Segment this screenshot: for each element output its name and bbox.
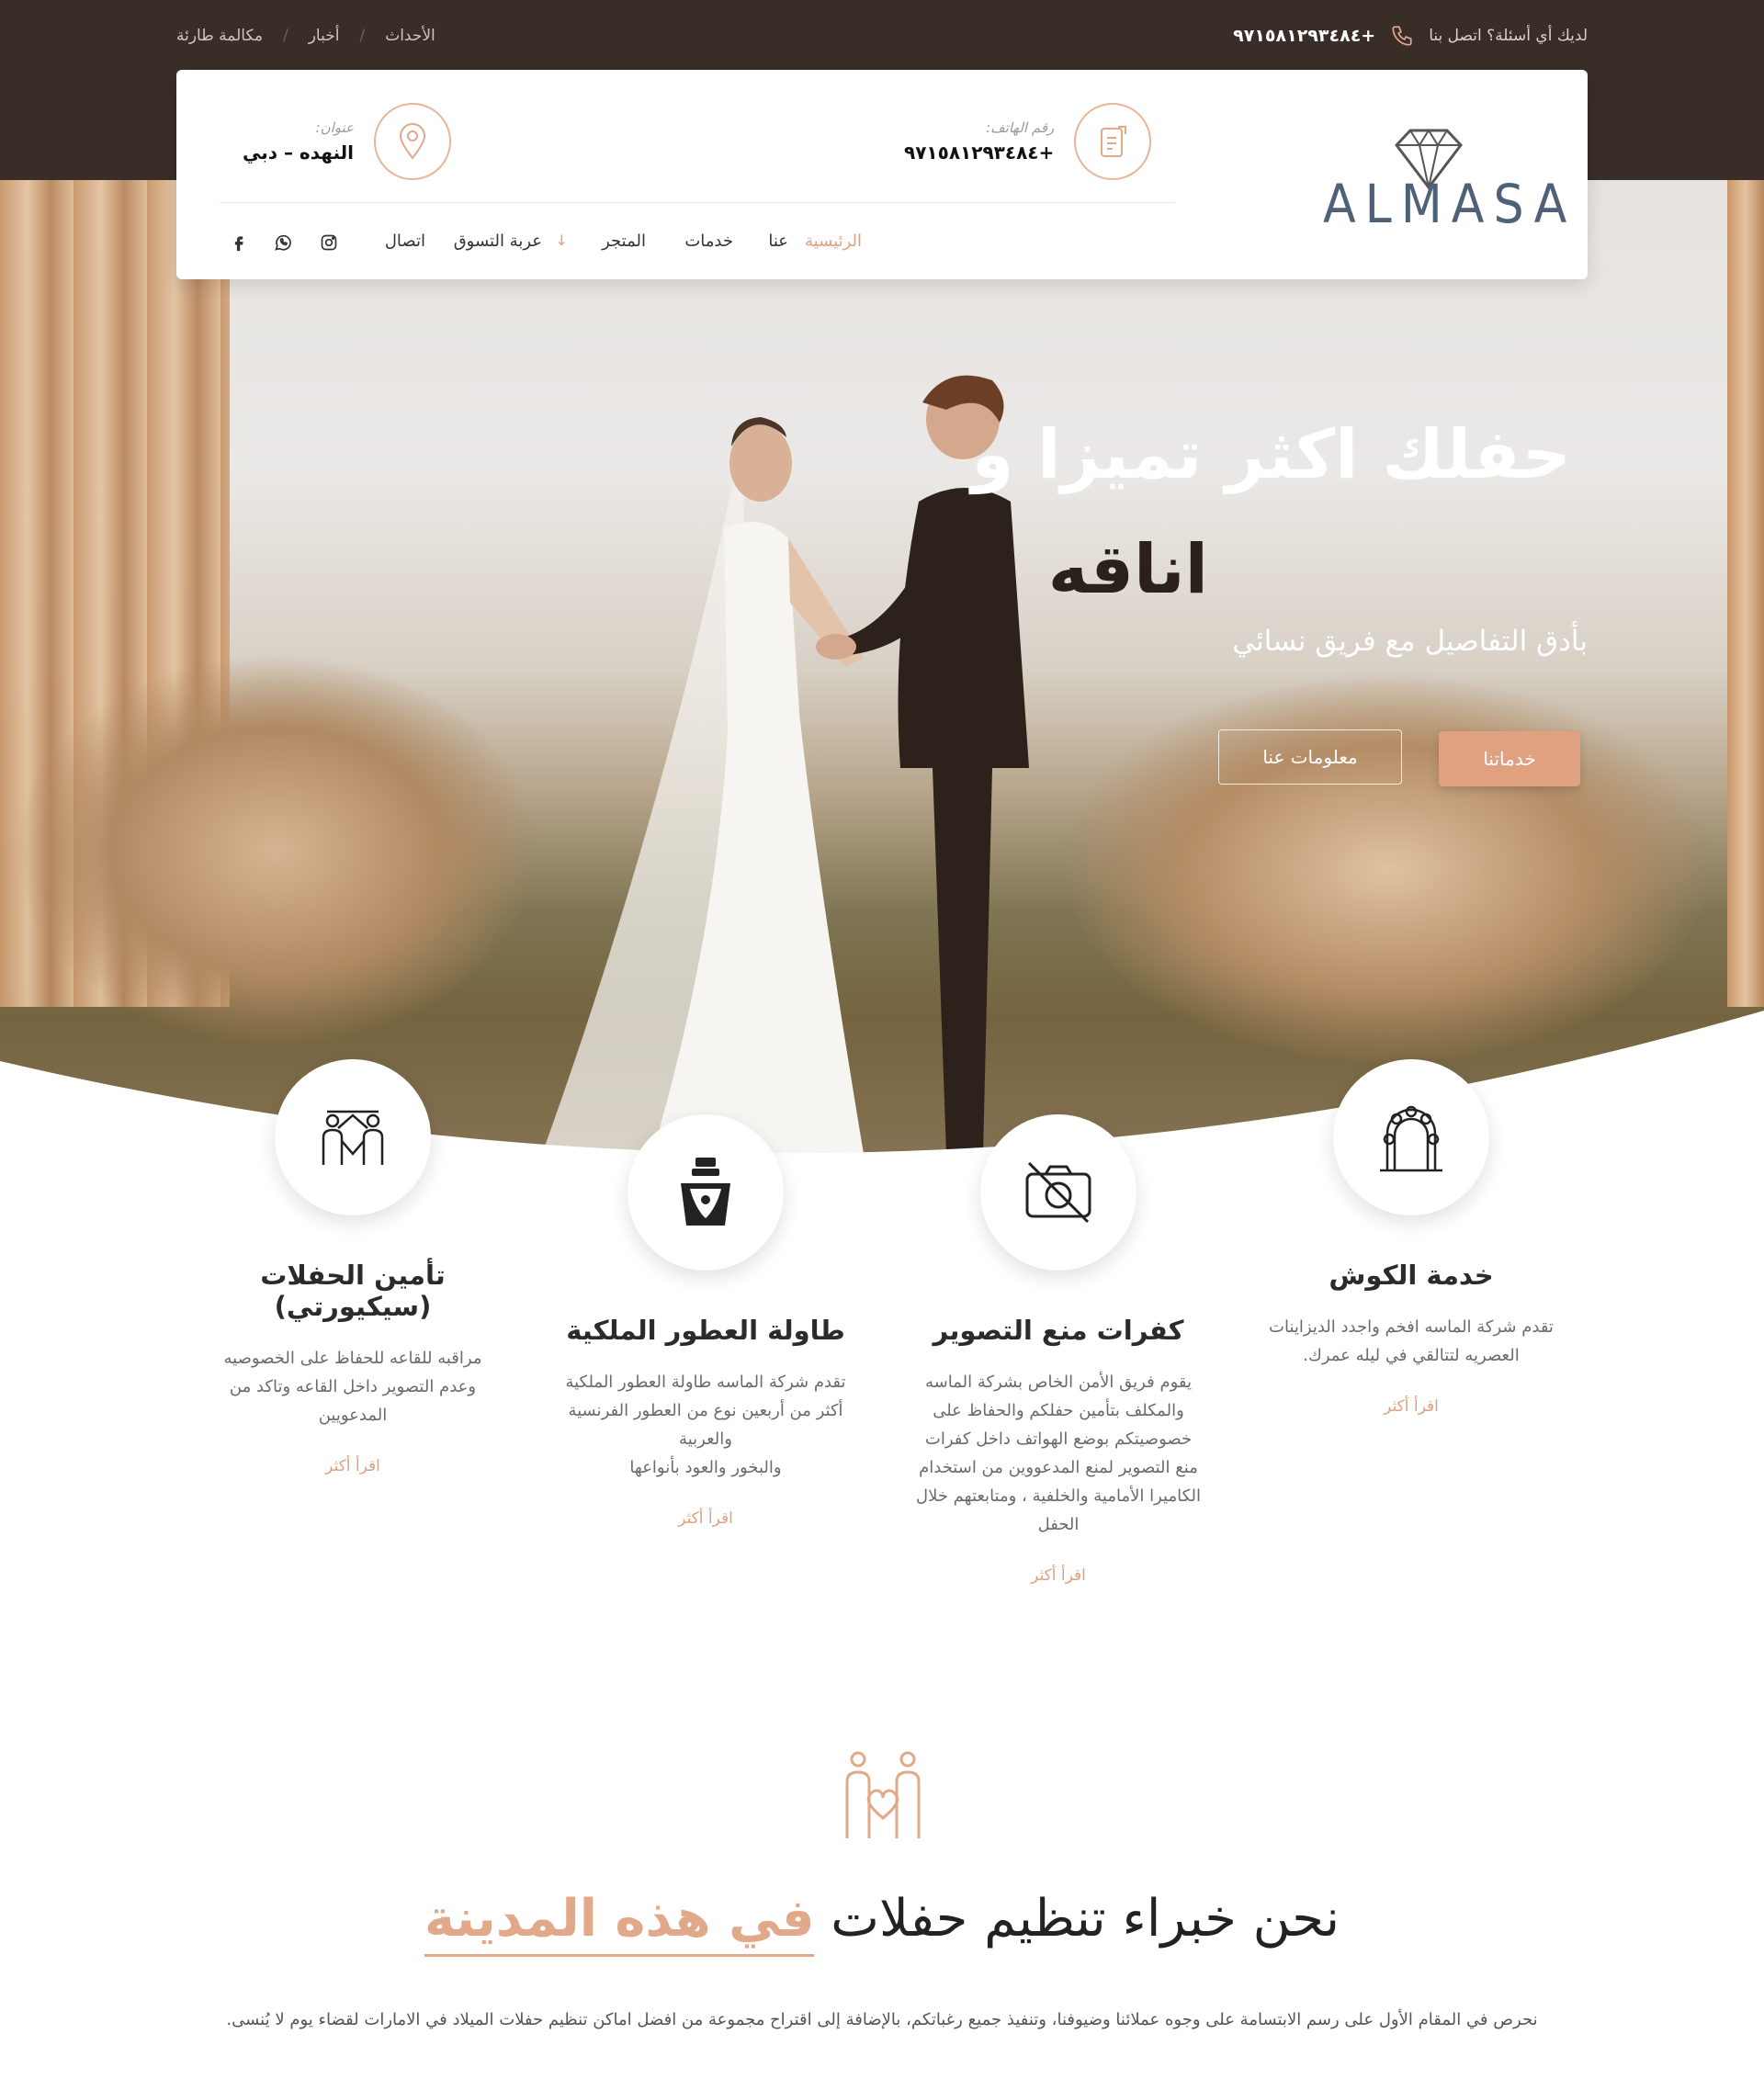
about-us-button[interactable]: معلومات عنا [1218,729,1402,785]
hero-title-line1: حفلك اكثر تميزا و [971,415,1571,494]
nav-home[interactable]: الرئيسية [805,232,862,251]
header-card: ALMASA رقم الهاتف: +٩٧١٥٨١٢٩٣٤٨٤ عنوان: … [176,70,1588,279]
about-heading: نحن خبراء تنظيم حفلات في هذه المدينة [0,1889,1764,1957]
contact-label: لديك أي أسئلة؟ اتصل بنا [1429,27,1588,45]
instagram-icon[interactable] [320,233,338,252]
header-address-value: النهده – دبي [243,141,355,164]
whatsapp-icon[interactable] [274,233,292,252]
service-title: تأمين الحفلات (سيكيورتي) [260,1260,446,1322]
our-services-button[interactable]: خدماتنا [1439,731,1580,786]
service-text: مراقبه للقاعه للحفاظ على الخصوصيه وعدم ا… [223,1349,482,1425]
chevron-down-icon[interactable]: ↓ [556,232,568,249]
nav-shop[interactable]: المتجر [602,232,646,251]
nav-cart[interactable]: عربة التسوق [454,232,542,251]
phone-card-icon [1074,103,1152,180]
read-more-link[interactable]: اقرأ أكثر [178,1457,527,1475]
nav-services[interactable]: خدمات [684,232,733,251]
top-contact: لديك أي أسئلة؟ اتصل بنا +٩٧١٥٨١٢٩٣٤٨٤ [1233,22,1588,50]
phone-label: رقم الهاتف: [986,119,1055,136]
address-label: عنوان: [315,119,355,136]
service-text: تقدم شركة الماسه طاولة العطور الملكية أك… [565,1373,846,1477]
no-camera-icon [980,1114,1136,1271]
hero-subtitle: بأدق التفاصيل مع فريق نسائي [1232,625,1588,658]
service-card-no-photo: كفرات منع التصوير يقوم فريق الأمن الخاص … [884,1114,1233,1585]
header-phone-block: رقم الهاتف: +٩٧١٥٨١٢٩٣٤٨٤ [904,103,1152,180]
service-title: طاولة العطور الملكية [566,1315,845,1346]
phone-icon [1392,26,1412,46]
about-text: نحرص في المقام الأول على رسم الابتسامة ع… [226,2010,1538,2029]
hero-curtain-right [1727,180,1764,1007]
header-divider [220,202,1175,203]
divider: / [282,27,288,45]
read-more-link[interactable]: اقرأ أكثر [1237,1397,1586,1416]
top-links: الأحداث / أخبار / مكالمة طارئة [176,22,435,50]
service-card-security: تأمين الحفلات (سيكيورتي) مراقبه للقاعه ل… [178,1059,527,1475]
top-link-events[interactable]: الأحداث [385,27,435,45]
header-address-block: عنوان: النهده – دبي [243,103,452,180]
service-card-kosha: خدمة الكوش تقدم شركة الماسه افخم واجدد ا… [1237,1059,1586,1416]
service-title: خدمة الكوش [1329,1260,1494,1291]
about-heading-highlight: في هذه المدينة [424,1889,815,1957]
read-more-link[interactable]: اقرأ أكثر [531,1509,880,1528]
security-guards-icon [275,1059,431,1215]
map-pin-icon [374,103,452,180]
top-link-emergency[interactable]: مكالمة طارئة [176,27,263,45]
brand-logo[interactable]: ALMASA [1323,127,1577,235]
read-more-link[interactable]: اقرأ أكثر [884,1566,1233,1585]
perfume-bottle-icon [628,1114,784,1271]
service-title: كفرات منع التصوير [933,1315,1184,1346]
header-phone-value[interactable]: +٩٧١٥٨١٢٩٣٤٨٤ [904,141,1054,164]
service-text: يقوم فريق الأمن الخاص بشركة الماسه والمك… [916,1373,1201,1534]
facebook-icon[interactable] [230,233,248,252]
hero-title-line2: اناقه [1047,530,1208,609]
about-heading-plain: نحن خبراء تنظيم حفلات [814,1889,1340,1949]
service-card-perfume: طاولة العطور الملكية تقدم شركة الماسه طا… [531,1114,880,1528]
wedding-arch-icon [1333,1059,1489,1215]
main-nav: الرئيسية عنا خدمات المتجر ↓ عربة التسوق … [176,232,1588,259]
nav-about[interactable]: عنا [768,232,788,251]
couple-heart-icon [845,1751,921,1838]
service-text: تقدم شركة الماسه افخم واجدد الديزاينات ا… [1269,1317,1554,1365]
divider: / [359,27,366,45]
nav-contact[interactable]: اتصال [385,232,425,251]
top-phone-link[interactable]: +٩٧١٥٨١٢٩٣٤٨٤ [1233,26,1375,46]
top-link-news[interactable]: أخبار [309,27,340,45]
brand-name: ALMASA [1323,173,1577,235]
